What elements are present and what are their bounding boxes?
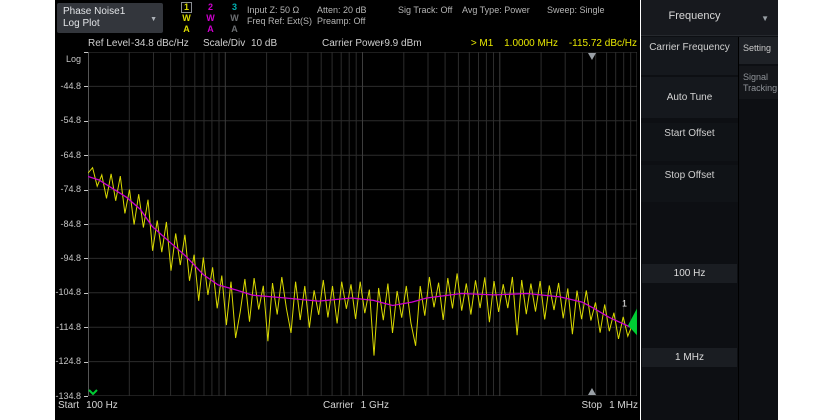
trace-selector-2[interactable]: 2 W A	[203, 2, 218, 35]
marker-readout: > M1 1.0000 MHz -115.72 dBc/Hz	[471, 38, 637, 49]
chevron-down-icon: ▼	[150, 14, 157, 26]
ref-level-label: Ref Level	[88, 38, 130, 49]
info-sig-track: Sig Track: Off	[398, 5, 452, 16]
marker-name: > M1	[471, 38, 494, 49]
tab-setting[interactable]: Setting	[739, 37, 778, 64]
info-input-freq-ref: Input Z: 50 ΩFreq Ref: Ext(S)	[247, 5, 312, 27]
y-axis-labels: -44.8 -54.8 -64.8 -74.8 -84.8 -94.8 -104.8 -114…	[55, 0, 83, 420]
y-axis-label: -74.8	[60, 184, 81, 194]
measurement-screen: Phase Noise1 Log Plot ▼ 1 W A 2 W A 3 W …	[55, 0, 640, 420]
y-axis-label: -44.8	[60, 81, 81, 91]
y-axis-label: -84.8	[60, 219, 81, 229]
trace-2-number: 2	[203, 2, 218, 13]
trace-3-detector: A	[227, 24, 242, 35]
carrier-power-value[interactable]: -9.9 dBm	[381, 38, 422, 49]
stop-offset-readout: Stop1 MHz	[582, 400, 638, 411]
carrier-frequency-label: Carrier Frequency	[641, 37, 738, 53]
trace-2-detector: A	[203, 24, 218, 35]
trace-selectors: 1 W A 2 W A 3 W A	[179, 2, 242, 35]
y-axis-label: -94.8	[60, 253, 81, 263]
trace-1-detector: A	[179, 24, 194, 35]
y-axis-label: -124.8	[55, 356, 81, 366]
trace-start-chevron-icon	[89, 390, 97, 394]
scale-div-value[interactable]: 10 dB	[251, 38, 277, 49]
trace-1-number: 1	[181, 2, 192, 13]
stop-offset-label: Stop Offset	[641, 165, 738, 181]
x-axis-labels: Start100 Hz Carrier1 GHz Stop1 MHz	[55, 400, 640, 416]
start-offset-readout: Start100 Hz	[58, 400, 118, 411]
info-atten-preamp: Atten: 20 dBPreamp: Off	[317, 5, 367, 27]
sweep-marker-top-icon	[588, 53, 596, 60]
carrier-readout: Carrier1 GHz	[323, 400, 389, 411]
panel-title: Frequency	[641, 10, 748, 22]
info-sweep: Sweep: Single	[547, 5, 605, 16]
stop-offset-control[interactable]: Stop Offset 1 MHz	[641, 165, 738, 202]
stop-offset-field[interactable]: 1 MHz	[642, 348, 737, 367]
trace-2-type: W	[203, 13, 218, 24]
y-axis-label: -54.8	[60, 115, 81, 125]
y-axis-label: -104.8	[55, 287, 81, 297]
ref-level-value[interactable]: -34.8 dBc/Hz	[131, 38, 189, 49]
chevron-down-icon: ▼	[761, 14, 769, 23]
marker-freq: 1.0000 MHz	[504, 38, 558, 49]
trace-3-type: W	[227, 13, 242, 24]
y-axis-label: -64.8	[60, 150, 81, 160]
panel-header[interactable]: Frequency ▼	[641, 0, 778, 36]
trace-3-number: 3	[227, 2, 242, 13]
start-offset-label: Start Offset	[641, 123, 738, 139]
trace-selector-3[interactable]: 3 W A	[227, 2, 242, 35]
start-offset-field[interactable]: 100 Hz	[642, 264, 737, 283]
start-offset-control[interactable]: Start Offset 100 Hz	[641, 123, 738, 161]
frequency-menu-panel: Frequency ▼ Carrier Frequency 1 GHz Auto…	[641, 0, 778, 420]
y-axis-label: -134.8	[55, 391, 81, 401]
auto-tune-button[interactable]: Auto Tune	[641, 77, 738, 118]
info-avg-type: Avg Type: Power	[462, 5, 530, 16]
y-axis-label: -114.8	[56, 322, 81, 332]
y-axis-tick	[84, 396, 88, 397]
marker-level: -115.72 dBc/Hz	[569, 38, 637, 49]
analyzer-screenshot: Phase Noise1 Log Plot ▼ 1 W A 2 W A 3 W …	[0, 0, 840, 420]
m1-marker-number: 1	[622, 298, 627, 308]
carrier-power-label: Carrier Power	[322, 38, 384, 49]
trace-1-type: W	[179, 13, 194, 24]
carrier-frequency-control[interactable]: Carrier Frequency 1 GHz	[641, 37, 738, 75]
trace-selector-1[interactable]: 1 W A	[179, 2, 194, 35]
phase-noise-chart: 1	[88, 52, 637, 396]
scale-div-label: Scale/Div	[203, 38, 245, 49]
sweep-marker-bottom-icon	[588, 388, 596, 395]
tab-signal-tracking[interactable]: Signal Tracking	[739, 66, 778, 99]
